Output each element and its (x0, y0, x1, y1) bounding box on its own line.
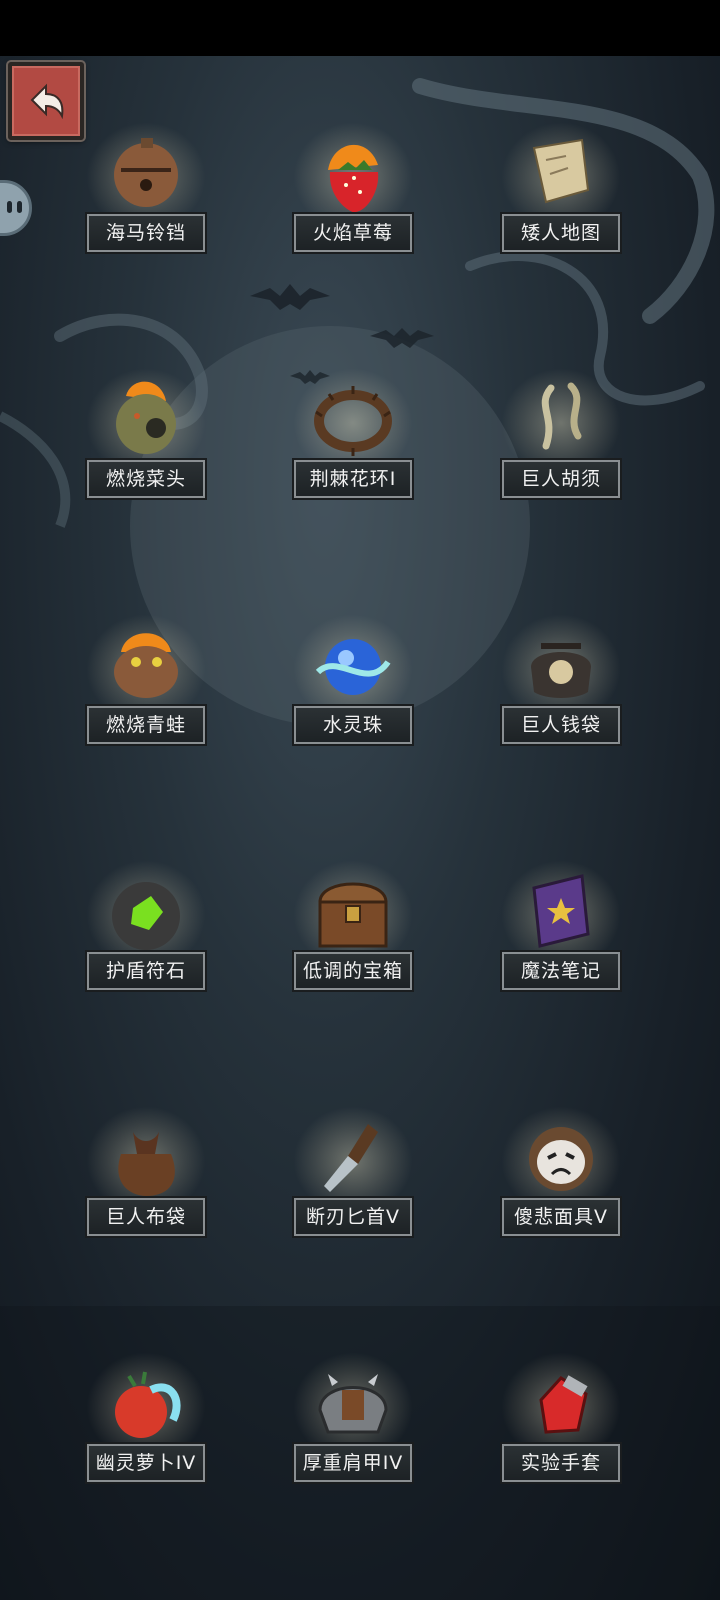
inventory-item[interactable]: 低调的宝箱 (278, 860, 428, 1000)
inventory-item[interactable]: 火焰草莓 (278, 122, 428, 262)
mask-icon (529, 1127, 593, 1191)
burning-turnip-icon (116, 381, 176, 454)
inventory-item[interactable]: 幽灵萝卜IV (71, 1352, 221, 1492)
inventory-item[interactable]: 魔法笔记 (486, 860, 636, 1000)
inventory-item[interactable]: 傻悲面具V (486, 1106, 636, 1246)
inventory-item[interactable]: 实验手套 (486, 1352, 636, 1492)
cloth-sack-icon (118, 1132, 175, 1196)
inventory-item[interactable]: 巨人钱袋 (486, 614, 636, 754)
item-label: 燃烧青蛙 (85, 704, 207, 746)
inventory-item[interactable]: 荆棘花环I (278, 368, 428, 508)
red-glove-icon (539, 1375, 588, 1434)
inventory-item[interactable]: 水灵珠 (278, 614, 428, 754)
item-label: 低调的宝箱 (292, 950, 414, 992)
bell-icon (114, 138, 178, 207)
inventory-item[interactable]: 巨人布袋 (71, 1106, 221, 1246)
inventory-item[interactable]: 护盾符石 (71, 860, 221, 1000)
ghost-radish-icon (115, 1371, 181, 1438)
item-label: 巨人胡须 (500, 458, 622, 500)
burning-frog-icon (114, 633, 178, 698)
giant-beard-icon (541, 382, 582, 450)
inventory-item[interactable]: 燃烧菜头 (71, 368, 221, 508)
item-label: 实验手套 (500, 1442, 622, 1484)
item-label: 矮人地图 (500, 212, 622, 254)
item-label: 巨人钱袋 (500, 704, 622, 746)
item-label: 水灵珠 (292, 704, 414, 746)
inventory-item[interactable]: 海马铃铛 (71, 122, 221, 262)
flaming-strawberry-icon (328, 144, 379, 213)
shoulder-armor-icon (318, 1374, 388, 1434)
broken-dagger-icon (324, 1124, 378, 1192)
magic-book-icon (532, 874, 590, 948)
inventory-item[interactable]: 厚重肩甲IV (278, 1352, 428, 1492)
item-label: 燃烧菜头 (85, 458, 207, 500)
item-label: 断刃匕首V (292, 1196, 414, 1238)
item-label: 幽灵萝卜IV (85, 1442, 207, 1484)
inventory-item[interactable]: 巨人胡须 (486, 368, 636, 508)
inventory-item[interactable]: 断刃匕首V (278, 1106, 428, 1246)
inventory-item[interactable]: 矮人地图 (486, 122, 636, 262)
item-label: 护盾符石 (85, 950, 207, 992)
item-label: 魔法笔记 (500, 950, 622, 992)
item-label: 傻悲面具V (500, 1196, 622, 1238)
item-label: 火焰草莓 (292, 212, 414, 254)
map-scroll-icon (532, 138, 590, 204)
inventory-item[interactable]: 燃烧青蛙 (71, 614, 221, 754)
thorn-wreath-icon (314, 386, 392, 456)
money-bag-icon (531, 643, 591, 698)
treasure-chest-icon (318, 882, 388, 948)
item-grid: 海马铃铛 火焰草莓 矮人地图 燃烧菜头 荆棘花环I 巨人胡须 燃烧青蛙 水灵珠 (0, 0, 720, 1600)
shield-rune-stone-icon (112, 882, 180, 950)
water-orb-icon (315, 639, 391, 695)
item-label: 巨人布袋 (85, 1196, 207, 1238)
item-label: 荆棘花环I (292, 458, 414, 500)
item-label: 厚重肩甲IV (292, 1442, 414, 1484)
item-label: 海马铃铛 (85, 212, 207, 254)
